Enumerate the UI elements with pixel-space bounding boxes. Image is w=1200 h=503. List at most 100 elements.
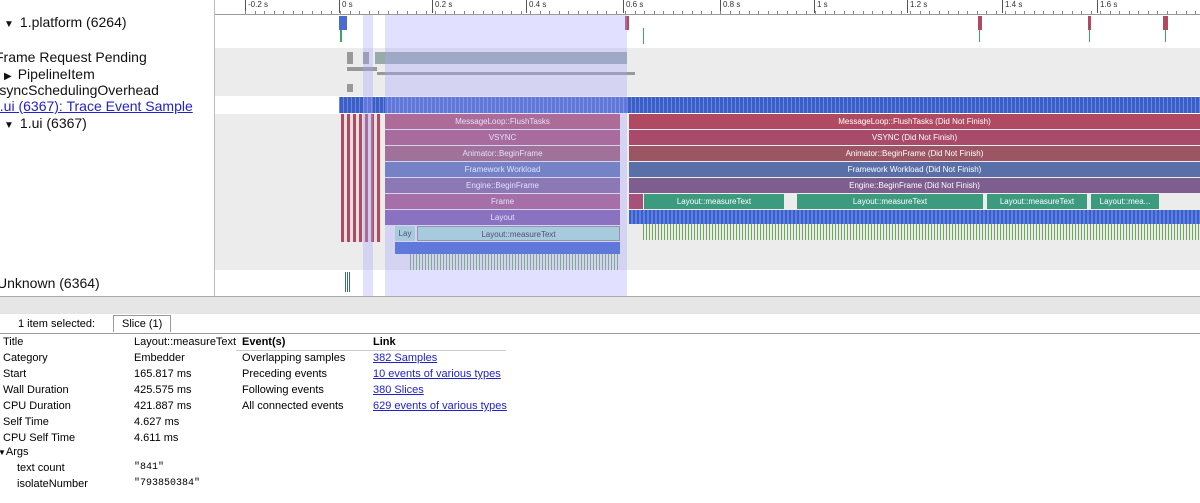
ruler-minor-tick (1185, 11, 1187, 14)
time-ruler[interactable]: -0.2 s 0 s 0.2 s 0.4 s 0.6 s 0.8 s 1 s 1… (215, 0, 1200, 15)
ruler-minor-tick (1024, 11, 1025, 14)
field-value: 4.611 ms (134, 432, 179, 444)
sample-subbar (629, 210, 1200, 224)
field-value: 421.887 ms (134, 400, 192, 412)
unknown-slice[interactable] (345, 272, 351, 292)
ruler-minor-tick (349, 11, 351, 14)
ruler-minor-tick (454, 11, 455, 14)
field-label: Start (3, 368, 27, 380)
ruler-minor-tick (435, 11, 436, 14)
platform-slice[interactable] (340, 30, 342, 42)
trace-event-link-text[interactable]: 1.ui (6367): Trace Event Sample (0, 98, 193, 114)
platform-slice[interactable] (1163, 16, 1168, 30)
frame-request-slice[interactable] (347, 52, 353, 64)
platform-slice[interactable] (979, 30, 980, 42)
expand-triangle-icon[interactable]: ▼ (4, 19, 14, 30)
platform-slice[interactable] (978, 16, 982, 30)
ruler-minor-tick (720, 11, 721, 14)
platform-slice[interactable] (339, 16, 347, 30)
ruler-tick: 0 s (339, 0, 353, 13)
track-frame-request: Frame Request Pending (0, 49, 147, 65)
selection-highlight (385, 15, 627, 296)
track-platform[interactable]: ▼ 1.platform (6264) (4, 14, 127, 30)
slice-engine-dnf[interactable]: Engine::BeginFrame (Did Not Finish) (629, 178, 1200, 193)
field-value: 165.817 ms (134, 368, 192, 380)
ruler-minor-tick (444, 11, 446, 14)
platform-slice[interactable] (1089, 30, 1090, 42)
ruler-minor-tick (1090, 11, 1092, 14)
ruler-minor-tick (330, 11, 332, 14)
ruler-minor-tick (653, 11, 655, 14)
ruler-tick: 0.6 s (623, 0, 643, 13)
ruler-minor-tick (824, 11, 826, 14)
ruler-minor-tick (539, 11, 541, 14)
ruler-minor-tick (473, 11, 474, 14)
ruler-minor-tick (1109, 11, 1111, 14)
slice-animator-dnf[interactable]: Animator::BeginFrame (Did Not Finish) (629, 146, 1200, 161)
field-value: 4.627 ms (134, 416, 180, 428)
collapse-triangle-icon[interactable]: ▶ (4, 71, 12, 82)
event-link[interactable]: 10 events of various types (373, 368, 501, 380)
ruler-minor-tick (492, 11, 493, 14)
panel-tab-bar: 1 item selected: Slice (1) (0, 314, 1200, 334)
ruler-tick: 1 s (814, 0, 828, 13)
event-link[interactable]: 380 Slices (373, 384, 424, 396)
ruler-minor-tick (577, 11, 579, 14)
analysis-panel: 1 item selected: Slice (1) Title Layout:… (0, 314, 1200, 503)
ruler-minor-tick (1166, 11, 1168, 14)
slice-frame-small[interactable] (629, 194, 643, 209)
field-label: CPU Self Time (3, 432, 76, 444)
args-label: Args (5, 446, 29, 458)
ruler-minor-tick (416, 11, 417, 14)
slice-measure-text[interactable]: Layout::mea... (1091, 194, 1159, 209)
trace-event-sample-link[interactable]: 1.ui (6367): Trace Event Sample (0, 98, 193, 114)
ruler-minor-tick (558, 11, 560, 14)
arg-value: "841" (134, 462, 165, 473)
ruler-minor-tick (1043, 11, 1044, 14)
arg-label: isolateNumber (17, 478, 88, 490)
track-ui[interactable]: ▼ 1.ui (6367) (4, 115, 87, 131)
ruler-minor-tick (948, 11, 949, 14)
field-label: Title (3, 336, 24, 348)
ruler-minor-tick (530, 11, 531, 14)
ruler-minor-tick (1014, 11, 1016, 14)
ruler-minor-tick (311, 11, 313, 14)
args-toggle[interactable]: ▼Args (0, 446, 29, 458)
event-link[interactable]: 629 events of various types (373, 400, 507, 412)
slice-vsync-dnf[interactable]: VSYNC (Did Not Finish) (629, 130, 1200, 145)
ruler-minor-tick (587, 11, 588, 14)
ruler-minor-tick (862, 11, 864, 14)
ruler-minor-tick (273, 11, 275, 14)
slice-framework-dnf[interactable]: Framework Workload (Did Not Finish) (629, 162, 1200, 177)
tab-slice[interactable]: Slice (1) (113, 315, 172, 332)
ruler-minor-tick (1138, 11, 1139, 14)
timeline-view[interactable]: -0.2 s 0 s 0.2 s 0.4 s 0.6 s 0.8 s 1 s 1… (215, 0, 1200, 296)
ruler-minor-tick (482, 11, 484, 14)
event-link[interactable]: 382 Samples (373, 352, 437, 364)
ruler-minor-tick (254, 11, 256, 14)
platform-slice[interactable] (1088, 16, 1091, 30)
track-pipeline[interactable]: ▶ PipelineItem (4, 66, 95, 82)
platform-slice[interactable] (643, 28, 644, 44)
ruler-minor-tick (378, 11, 379, 14)
ruler-minor-tick (1033, 11, 1035, 14)
slice-measure-text[interactable]: Layout::measureText (797, 194, 983, 209)
track-ui-label: 1.ui (6367) (19, 115, 87, 131)
expand-triangle-icon[interactable]: ▼ (4, 120, 14, 131)
ruler-minor-tick (511, 11, 512, 14)
vsync-overhead-slice[interactable] (347, 84, 353, 92)
slice-measure-text[interactable]: Layout::measureText (644, 194, 784, 209)
panel-divider[interactable] (0, 296, 1200, 316)
ruler-minor-tick (292, 11, 294, 14)
ruler-minor-tick (425, 11, 427, 14)
ruler-minor-tick (606, 11, 607, 14)
ruler-minor-tick (843, 11, 845, 14)
slice-flush-tasks-dnf[interactable]: MessageLoop::FlushTasks (Did Not Finish) (629, 114, 1200, 129)
ruler-minor-tick (796, 11, 797, 14)
ruler-minor-tick (834, 11, 835, 14)
platform-slice[interactable] (1165, 30, 1166, 42)
track-labels-panel: ▼ 1.platform (6264) Frame Request Pending… (0, 0, 215, 296)
ruler-minor-tick (1081, 11, 1082, 14)
ui-small-slices[interactable] (341, 114, 381, 242)
slice-measure-text[interactable]: Layout::measureText (987, 194, 1087, 209)
